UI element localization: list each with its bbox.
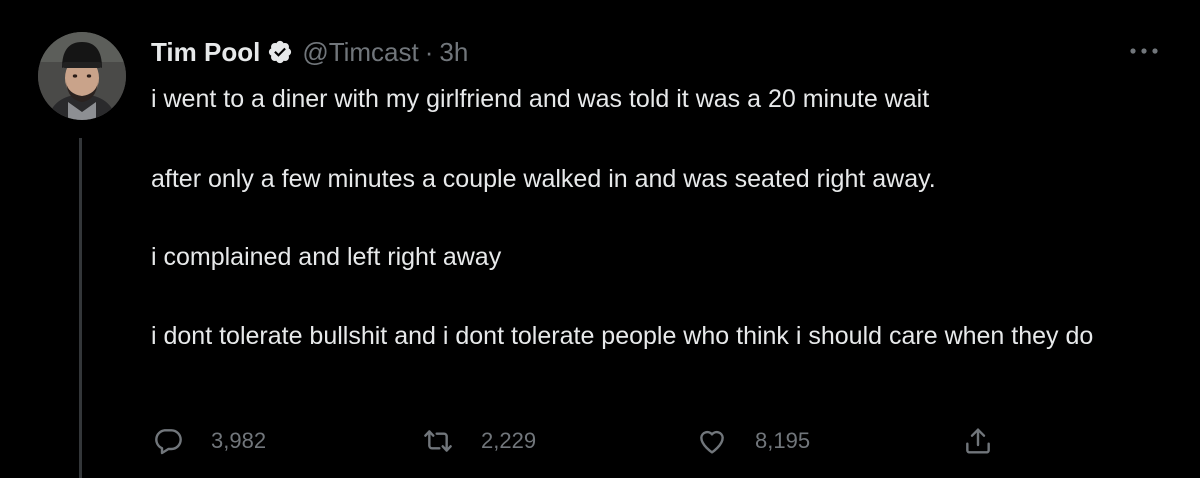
- retweet-icon: [424, 430, 452, 452]
- like-button[interactable]: 8,195: [696, 420, 810, 462]
- share-icon: [966, 428, 990, 454]
- reply-icon: [155, 429, 182, 455]
- display-name[interactable]: Tim Pool: [151, 37, 260, 68]
- heart-icon: [700, 430, 724, 454]
- like-count: 8,195: [755, 428, 811, 453]
- avatar[interactable]: [38, 32, 126, 120]
- reply-button[interactable]: 3,982: [152, 420, 266, 462]
- reply-count: 3,982: [211, 428, 267, 453]
- action-bar: 3,982 2,229 8,195: [0, 420, 1200, 462]
- separator-dot: ·: [424, 36, 434, 67]
- timestamp[interactable]: 3h: [439, 37, 468, 68]
- share-button[interactable]: [962, 420, 994, 462]
- tweet-paragraph: i went to a diner with my girlfriend and…: [151, 85, 930, 113]
- tweet-header: Tim Pool @Timcast · 3h: [151, 34, 468, 70]
- retweet-button[interactable]: 2,229: [422, 420, 536, 462]
- tweet-paragraph: i dont tolerate bullshit and i dont tole…: [151, 322, 1094, 350]
- user-handle[interactable]: @Timcast: [302, 37, 418, 68]
- tweet-paragraph: after only a few minutes a couple walked…: [151, 165, 936, 193]
- avatar-image: [38, 32, 126, 120]
- more-options-icon[interactable]: [1124, 42, 1164, 62]
- verified-badge-icon: [267, 39, 293, 65]
- tweet[interactable]: Tim Pool @Timcast · 3h i went to a diner…: [0, 0, 1200, 478]
- retweet-count: 2,229: [481, 428, 537, 453]
- tweet-paragraph: i complained and left right away: [151, 243, 502, 271]
